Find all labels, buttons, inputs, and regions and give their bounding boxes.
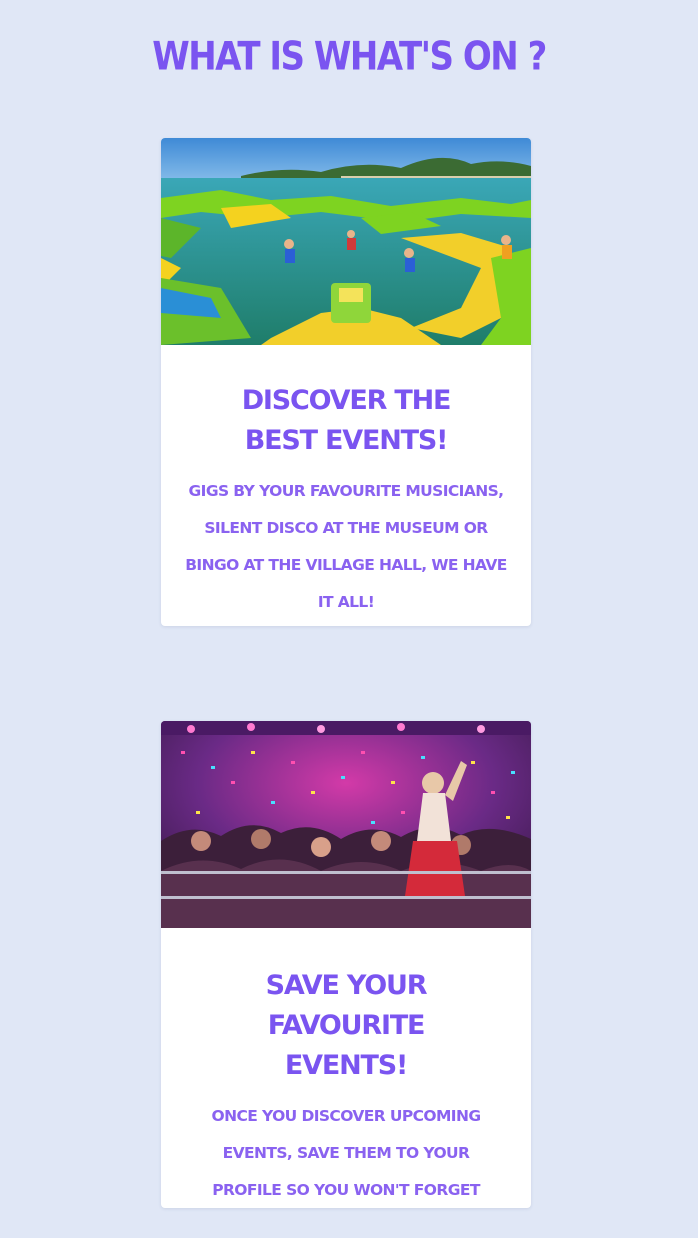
- card-description: ONCE YOU DISCOVER UPCOMING EVENTS, SAVE …: [211, 1107, 482, 1199]
- card-image-water-park: [161, 138, 531, 345]
- card-description: GIGS BY YOUR FAVOURITE MUSICIANS, SILENT…: [185, 482, 507, 611]
- card-image-party: [161, 721, 531, 928]
- card-heading: DISCOVER THE BEST EVENTS!: [241, 385, 452, 456]
- feature-card-save: SAVE YOUR FAVOURITE EVENTS! ONCE YOU DIS…: [161, 721, 531, 1208]
- page-title: WHAT IS WHAT'S ON ?: [152, 34, 547, 80]
- feature-card-discover: DISCOVER THE BEST EVENTS! GIGS BY YOUR F…: [161, 138, 531, 626]
- card-heading: SAVE YOUR FAVOURITE EVENTS!: [265, 970, 428, 1081]
